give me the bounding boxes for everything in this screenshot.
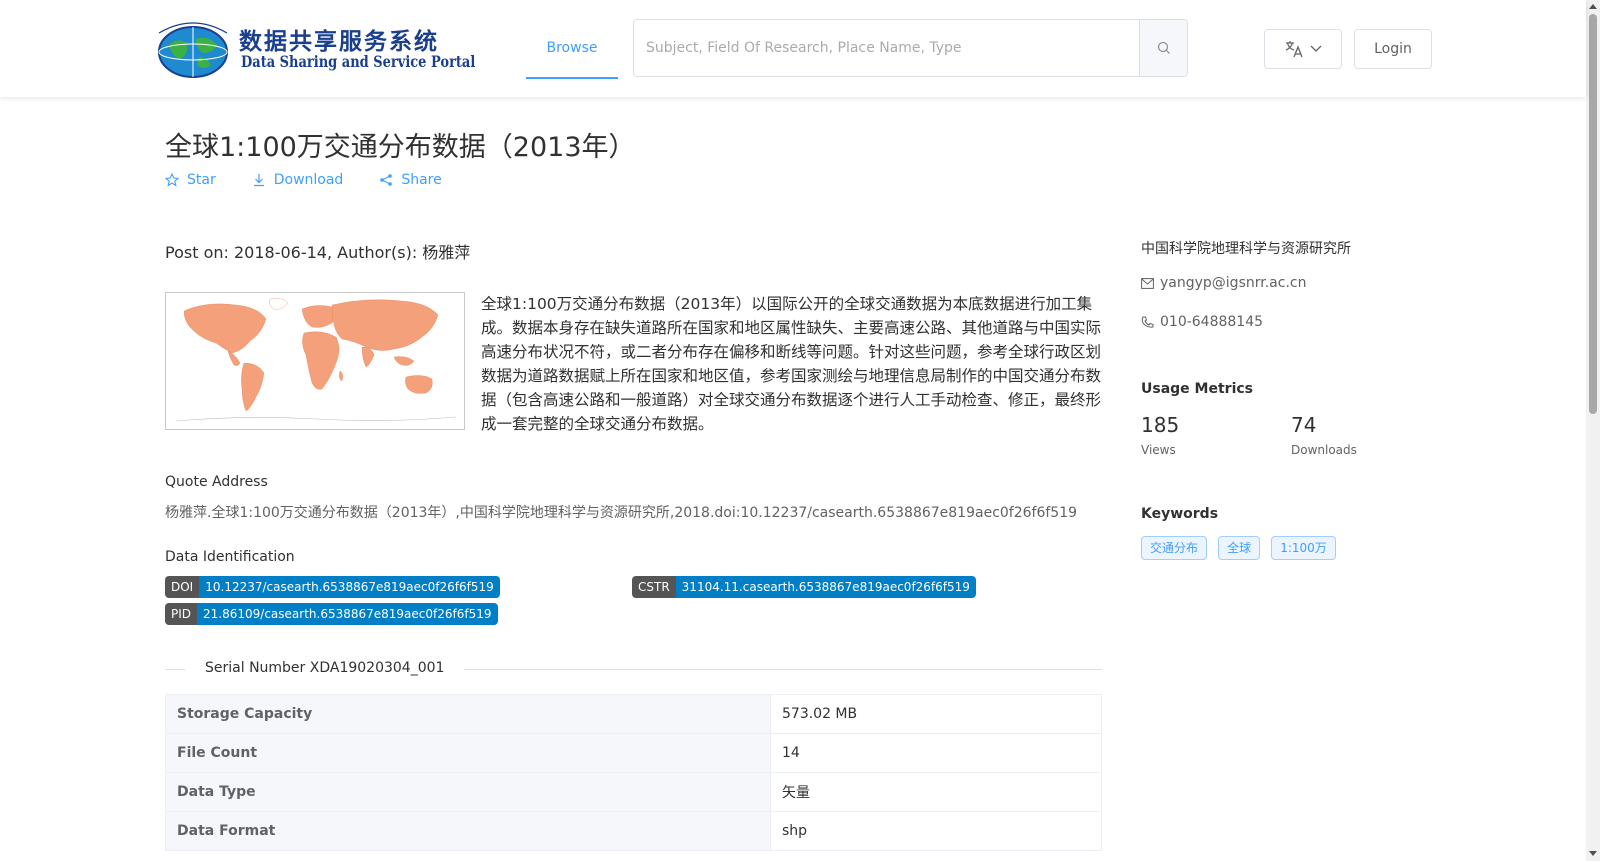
language-switcher[interactable] xyxy=(1264,29,1342,69)
login-button[interactable]: Login xyxy=(1354,29,1432,69)
dataset-thumbnail[interactable] xyxy=(165,292,465,430)
keyword-tag[interactable]: 交通分布 xyxy=(1141,536,1208,560)
post-info: Post on: 2018-06-14, Author(s): 杨雅萍 xyxy=(165,243,471,262)
row-value: shp xyxy=(770,811,1102,851)
mail-icon xyxy=(1141,277,1154,289)
world-map-image xyxy=(175,298,457,422)
row-label: Data Type xyxy=(165,772,771,812)
row-label: Storage Capacity xyxy=(165,694,771,734)
star-icon xyxy=(165,173,179,187)
dataset-actions: Star Download Share xyxy=(165,172,478,188)
search-icon xyxy=(1157,41,1170,54)
row-label: Data Format xyxy=(165,811,771,851)
chevron-down-icon xyxy=(1310,45,1322,52)
page-title: 全球1:100万交通分布数据（2013年） xyxy=(165,132,636,163)
row-value: 573.02 MB xyxy=(770,694,1102,734)
serial-number: Serial Number XDA19020304_001 xyxy=(185,660,465,676)
share-icon xyxy=(380,174,393,186)
scroll-down-icon[interactable] xyxy=(1589,851,1597,856)
downloads-label: Downloads xyxy=(1291,443,1357,457)
keywords-list: 交通分布 全球 1:100万 xyxy=(1141,536,1342,560)
contact-email[interactable]: yangyp@igsnrr.ac.cn xyxy=(1141,275,1306,291)
keyword-tag[interactable]: 1:100万 xyxy=(1271,536,1336,560)
phone-icon xyxy=(1141,316,1154,328)
pid-value: 21.86109/casearth.6538867e819aec0f26f6f5… xyxy=(197,603,498,625)
globe-logo-icon xyxy=(158,22,228,78)
quote-address-text: 杨雅萍.全球1:100万交通分布数据（2013年）,中国科学院地理科学与资源研究… xyxy=(165,505,1078,521)
data-identification-label: Data Identification xyxy=(165,549,295,565)
download-label: Download xyxy=(273,172,344,188)
table-row: Data Type 矢量 xyxy=(165,772,1102,812)
usage-metrics-title: Usage Metrics xyxy=(1141,381,1253,397)
top-header: 数据共享服务系统 Data Sharing and Service Portal… xyxy=(0,0,1586,97)
download-icon xyxy=(253,174,264,187)
share-button[interactable]: Share xyxy=(379,172,442,188)
pid-badge[interactable]: PID 21.86109/casearth.6538867e819aec0f26… xyxy=(165,603,498,625)
row-value: 矢量 xyxy=(770,772,1102,812)
share-label: Share xyxy=(401,172,442,188)
cstr-value: 31104.11.casearth.6538867e819aec0f26f6f5… xyxy=(675,576,976,598)
doi-badge[interactable]: DOI 10.12237/casearth.6538867e819aec0f26… xyxy=(165,576,500,598)
keyword-tag[interactable]: 全球 xyxy=(1218,536,1261,560)
search-button[interactable] xyxy=(1139,20,1187,76)
page-scrollbar[interactable] xyxy=(1586,0,1600,861)
star-label: Star xyxy=(187,172,216,188)
keywords-title: Keywords xyxy=(1141,506,1219,522)
email-text: yangyp@igsnrr.ac.cn xyxy=(1160,275,1307,291)
doi-value: 10.12237/casearth.6538867e819aec0f26f6f5… xyxy=(199,576,500,598)
scrollbar-thumb[interactable] xyxy=(1589,14,1597,414)
views-count: 185 xyxy=(1141,413,1180,437)
views-label: Views xyxy=(1141,443,1176,457)
site-logo[interactable]: 数据共享服务系统 Data Sharing and Service Portal xyxy=(153,19,475,79)
table-row: Storage Capacity 573.02 MB xyxy=(165,694,1102,734)
nav-browse[interactable]: Browse xyxy=(526,0,618,79)
table-row: Data Format shp xyxy=(165,811,1102,851)
phone-text: 010-64888145 xyxy=(1160,314,1264,330)
organization-name: 中国科学院地理科学与资源研究所 xyxy=(1141,241,1351,257)
table-row: File Count 14 xyxy=(165,733,1102,773)
scroll-up-icon[interactable] xyxy=(1589,4,1597,9)
dataset-description: 全球1:100万交通分布数据（2013年）以国际公开的全球交通数据为本底数据进行… xyxy=(481,295,1102,433)
logo-title-cn: 数据共享服务系统 xyxy=(239,29,439,55)
row-value: 14 xyxy=(770,733,1102,773)
download-button[interactable]: Download xyxy=(252,172,344,188)
doi-key: DOI xyxy=(165,576,200,598)
quote-address-label: Quote Address xyxy=(165,474,268,490)
cstr-badge[interactable]: CSTR 31104.11.casearth.6538867e819aec0f2… xyxy=(632,576,976,598)
pid-key: PID xyxy=(165,603,198,625)
row-label: File Count xyxy=(165,733,771,773)
downloads-count: 74 xyxy=(1291,413,1317,437)
logo-title-en: Data Sharing and Service Portal xyxy=(241,54,476,72)
search-bar xyxy=(633,19,1188,77)
cstr-key: CSTR xyxy=(632,576,676,598)
translate-icon xyxy=(1285,41,1303,58)
contact-phone: 010-64888145 xyxy=(1141,314,1263,330)
dataset-info-table: Storage Capacity 573.02 MB File Count 14… xyxy=(165,694,1102,851)
star-button[interactable]: Star xyxy=(165,172,216,188)
search-input[interactable] xyxy=(634,20,1142,76)
